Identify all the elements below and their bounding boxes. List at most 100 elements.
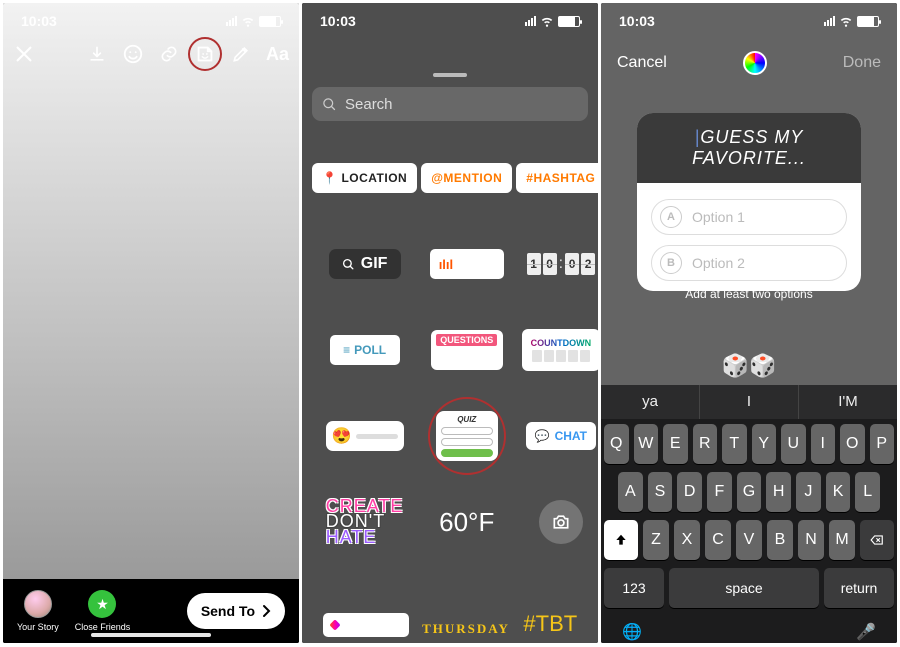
your-story-button[interactable]: Your Story: [17, 590, 59, 632]
gif-label: GIF: [361, 255, 388, 273]
signal-icon: [226, 16, 237, 26]
key-l[interactable]: L: [855, 472, 880, 512]
key-g[interactable]: G: [737, 472, 762, 512]
quiz-question-input[interactable]: |GUESS MY FAVORITE...: [637, 113, 861, 183]
option-placeholder: Option 1: [692, 209, 745, 225]
globe-icon[interactable]: 🌐: [622, 622, 642, 642]
close-friends-label: Close Friends: [75, 622, 131, 632]
suggestion[interactable]: ya: [601, 385, 700, 419]
camera-icon: [551, 512, 571, 532]
sticker-temperature[interactable]: 60°F: [439, 507, 494, 538]
key-o[interactable]: O: [840, 424, 865, 464]
key-return[interactable]: return: [824, 568, 894, 608]
heart-icon: [329, 619, 340, 630]
sticker-camera[interactable]: [539, 500, 583, 544]
hashtag-label: #HASHTAG: [526, 171, 595, 185]
heart-eyes-icon: 😍: [332, 426, 352, 446]
key-p[interactable]: P: [870, 424, 895, 464]
send-to-button[interactable]: Send To: [187, 593, 285, 629]
sticker-create-dont-hate[interactable]: CREATE DON'T HATE: [326, 499, 404, 545]
key-u[interactable]: U: [781, 424, 806, 464]
sticker-thursday[interactable]: THURSDAY: [422, 621, 510, 637]
text-tool[interactable]: Aa: [266, 44, 289, 65]
chevron-right-icon: [261, 604, 271, 618]
send-to-label: Send To: [201, 603, 255, 619]
sticker-countdown[interactable]: COUNTDOWN: [522, 329, 598, 371]
sticker-hashtag[interactable]: #HASHTAG: [516, 163, 598, 193]
key-numbers[interactable]: 123: [604, 568, 664, 608]
sticker-quiz[interactable]: QUIZ: [436, 411, 498, 461]
close-friends-button[interactable]: ★ Close Friends: [75, 590, 131, 632]
key-h[interactable]: H: [766, 472, 791, 512]
key-m[interactable]: M: [829, 520, 855, 560]
sticker-questions[interactable]: QUESTIONS: [431, 330, 503, 370]
key-space[interactable]: space: [669, 568, 819, 608]
key-w[interactable]: W: [634, 424, 659, 464]
donation-label: DONATION: [343, 619, 401, 631]
key-k[interactable]: K: [826, 472, 851, 512]
sticker-donation[interactable]: DONATION: [323, 613, 409, 637]
draw-icon[interactable]: [230, 43, 252, 65]
mention-label: @MENTION: [431, 171, 502, 185]
quiz-option-b[interactable]: B Option 2: [651, 245, 847, 281]
star-icon: ★: [88, 590, 116, 618]
key-i[interactable]: I: [811, 424, 836, 464]
sticker-tbt[interactable]: #TBT: [523, 611, 577, 637]
sticker-sheet[interactable]: Search 📍LOCATION @MENTION #HASHTAG GIF ı…: [302, 63, 598, 643]
clock-digit: 0: [543, 253, 557, 275]
key-c[interactable]: C: [705, 520, 731, 560]
key-backspace[interactable]: [860, 520, 894, 560]
key-x[interactable]: X: [674, 520, 700, 560]
cancel-button[interactable]: Cancel: [617, 54, 667, 72]
key-b[interactable]: B: [767, 520, 793, 560]
key-shift[interactable]: [604, 520, 638, 560]
key-z[interactable]: Z: [643, 520, 669, 560]
questions-label: QUESTIONS: [436, 334, 497, 346]
sticker-location[interactable]: 📍LOCATION: [312, 163, 417, 193]
search-icon: [322, 97, 337, 112]
quiz-option-a[interactable]: A Option 1: [651, 199, 847, 235]
download-icon[interactable]: [86, 43, 108, 65]
sticker-search[interactable]: Search: [312, 87, 588, 121]
suggestion[interactable]: I'M: [799, 385, 897, 419]
mic-icon[interactable]: 🎤: [856, 622, 876, 642]
sticker-music[interactable]: ılılMUSIC: [430, 249, 504, 279]
suggestion[interactable]: I: [700, 385, 799, 419]
quiz-prompt-text: GUESS MY FAVORITE...: [692, 127, 806, 168]
key-s[interactable]: S: [648, 472, 673, 512]
story-canvas[interactable]: [3, 3, 299, 579]
done-button[interactable]: Done: [843, 54, 881, 72]
clock-digit: 0: [565, 253, 579, 275]
dice-shuffle-button[interactable]: 🎲🎲: [722, 353, 777, 379]
key-d[interactable]: D: [677, 472, 702, 512]
color-picker-icon[interactable]: [743, 51, 767, 75]
sticker-emoji-slider[interactable]: 😍: [326, 421, 404, 451]
battery-icon: [259, 16, 281, 27]
sticker-mention[interactable]: @MENTION: [421, 163, 512, 193]
key-r[interactable]: R: [693, 424, 718, 464]
close-icon[interactable]: [13, 43, 35, 65]
sticker-icon[interactable]: [194, 43, 216, 65]
key-a[interactable]: A: [618, 472, 643, 512]
key-j[interactable]: J: [796, 472, 821, 512]
link-icon[interactable]: [158, 43, 180, 65]
sticker-gif[interactable]: GIF: [329, 249, 401, 279]
status-bar: 10:03: [3, 3, 299, 39]
screen-quiz-editor: 10:03 Cancel Done |GUESS MY FAVORITE... …: [601, 3, 897, 643]
key-t[interactable]: T: [722, 424, 747, 464]
face-filter-icon[interactable]: [122, 43, 144, 65]
screen-sticker-tray: 10:03 Search 📍LOCATION @MENTION #HASHTAG…: [302, 3, 598, 643]
key-y[interactable]: Y: [752, 424, 777, 464]
poll-label: POLL: [354, 343, 386, 357]
sticker-chat[interactable]: 💬CHAT: [526, 422, 596, 450]
drag-handle[interactable]: [433, 73, 467, 77]
wifi-icon: [241, 14, 255, 28]
sticker-poll[interactable]: ≡POLL: [330, 335, 400, 365]
key-f[interactable]: F: [707, 472, 732, 512]
clock-digit: 1: [527, 253, 541, 275]
key-q[interactable]: Q: [604, 424, 629, 464]
key-n[interactable]: N: [798, 520, 824, 560]
key-v[interactable]: V: [736, 520, 762, 560]
key-e[interactable]: E: [663, 424, 688, 464]
sticker-time[interactable]: 1 0 : 0 2: [527, 253, 595, 275]
